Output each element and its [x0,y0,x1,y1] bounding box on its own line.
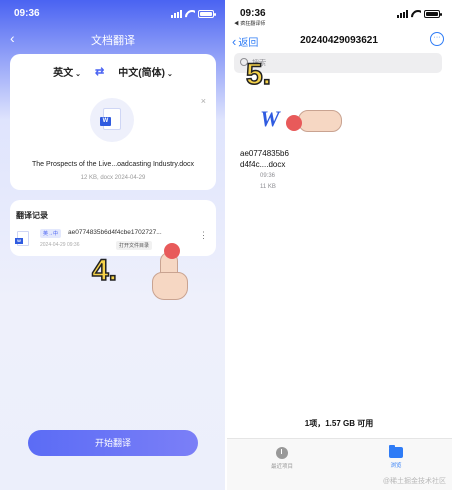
clock-icon [276,447,288,459]
language-tag: 英→中 [40,229,62,238]
source-language-label: 英文 [53,68,74,79]
file-time: 09:36 [260,173,276,179]
folder-icon [389,445,403,458]
word-badge: W [100,117,111,126]
panel-divider [225,0,227,490]
word-badge: W [15,238,23,244]
document-preview: W [90,98,134,142]
status-time: 09:36 [240,8,266,19]
nav-bar: ‹ 文档翻译 [0,30,226,50]
tap-dot [164,243,180,259]
upload-card: 英文 ⌄ ⇄ 中文(简体) ⌄ × W The Prospects of the L… [10,54,216,190]
wifi-icon [185,10,195,18]
signal-icon [171,10,182,18]
language-selector: 英文 ⌄ ⇄ 中文(简体) ⌄ [10,64,216,79]
hand-icon [152,272,188,300]
tap-dot [286,115,302,131]
battery-icon [198,10,216,18]
record-date: 2024-04-29 09:36 [40,242,80,248]
files-screen: 09:36 ◀ 疯狂翻译师 ‹ 返回 20240429093621 ··· 搜索… [226,0,452,490]
wifi-icon [411,10,421,18]
translator-screen: 09:36 ‹ 文档翻译 英文 ⌄ ⇄ 中文(简体) ⌄ × W The Prosp… [0,0,226,490]
word-document-icon: W [100,108,121,130]
signal-icon [397,10,408,18]
file-meta: 12 KB, docx 2024-04-29 [80,175,146,181]
status-time: 09:36 [14,8,40,19]
page-title: 文档翻译 [91,35,135,47]
back-to-app-link[interactable]: ◀ 疯狂翻译师 [234,20,265,27]
watermark: @稀土掘金技术社区 [382,478,446,485]
records-card: 翻译记录 W 英→中 ae0774835b6d4f4cbe1702727... … [10,200,216,256]
status-icons [171,8,216,20]
close-icon[interactable]: × [201,96,206,106]
step-number: 4. [91,253,118,288]
chevron-down-icon: ⌄ [166,71,173,78]
target-language-label: 中文(简体) [118,68,165,79]
tab-label: 浏览 [390,463,402,469]
file-name: The Prospects of the Live...oadcasting I… [31,161,195,168]
tab-label: 最近项目 [270,464,293,470]
word-document-icon: W [260,106,280,131]
battery-icon [424,10,442,18]
open-folder-button[interactable]: 打开文件目录 [116,241,153,250]
tab-recents[interactable]: 最近项目 [252,447,312,470]
status-icons [397,8,442,20]
records-title: 翻译记录 [16,211,48,220]
more-icon[interactable]: ··· [430,32,444,46]
record-file-name[interactable]: ae0774835b6d4f4cbe1702727... [68,229,162,236]
hand-icon [298,110,342,132]
source-language-button[interactable]: 英文 ⌄ [53,64,81,79]
word-document-icon: W [15,231,29,246]
storage-info: 1项，1.57 GB 可用 [304,419,374,428]
more-vertical-icon[interactable]: ⋮ [199,231,208,240]
chevron-down-icon: ⌄ [75,71,82,78]
file-name-line2: d4f4c....docx [240,160,286,169]
file-name: ae0774835b6 d4f4c....docx [240,148,320,170]
swap-icon[interactable]: ⇄ [95,65,104,78]
folder-title: 20240429093621 [300,35,378,46]
start-translate-button[interactable]: 开始翻译 [28,430,198,456]
file-name-line1: ae0774835b6 [240,149,289,158]
step-number: 5. [245,57,272,92]
file-size: 11 KB [260,184,276,190]
target-language-button[interactable]: 中文(简体) ⌄ [118,64,173,79]
tab-browse[interactable]: 浏览 [366,445,426,469]
